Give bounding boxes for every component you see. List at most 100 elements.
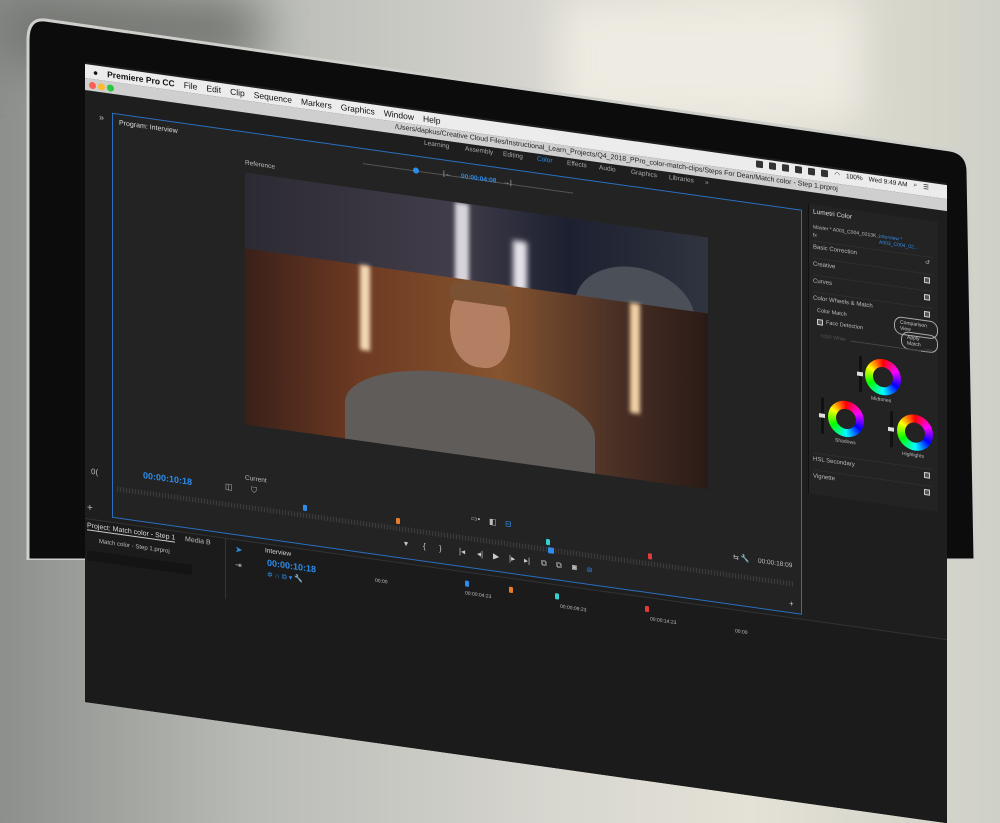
reference-timecode[interactable]: 00:00:04:08 <box>461 173 496 185</box>
shadows-label: Shadows <box>835 437 856 447</box>
face-detection-checkbox[interactable] <box>817 318 823 326</box>
master-clip-selector[interactable]: Master * A003_C004_0213K... <box>813 224 881 239</box>
shield-icon[interactable] <box>769 161 777 170</box>
shield-icon[interactable]: ⛉ <box>251 485 257 496</box>
current-label: Current <box>245 474 267 485</box>
face-detection-label: Face Detection <box>826 320 863 332</box>
enable-checkbox[interactable] <box>924 471 930 479</box>
go-to-in-icon[interactable]: |← <box>443 170 452 178</box>
app-icon[interactable] <box>808 167 816 176</box>
hdr-white-value: 100 <box>924 347 933 356</box>
menu-edit[interactable]: Edit <box>206 83 221 95</box>
go-to-in-icon[interactable]: |◂ <box>459 547 465 557</box>
timeline-tools-icons[interactable]: ✲ ∩ ⧉ ▾ 🔧 <box>267 571 303 585</box>
mark-in-icon[interactable]: { <box>423 542 426 551</box>
timeline-marker-red[interactable] <box>645 605 649 613</box>
program-title[interactable]: Program: Interview <box>119 120 178 135</box>
workspace-color[interactable]: Color <box>537 156 553 165</box>
timeline-marker-cyan[interactable] <box>555 593 559 600</box>
midtones-wheel[interactable] <box>865 356 901 398</box>
section-label: Color Wheels & Match <box>813 295 873 310</box>
add-button-icon[interactable]: + <box>789 599 794 609</box>
apple-icon[interactable]: ● <box>93 67 98 78</box>
marker-blue[interactable] <box>303 504 307 512</box>
workspace-audio[interactable]: Audio <box>599 164 616 173</box>
reference-playhead[interactable] <box>413 167 419 174</box>
step-forward-icon[interactable]: |▸ <box>509 554 515 564</box>
creative-cloud-icon[interactable] <box>756 159 764 168</box>
workspace-graphics[interactable]: Graphics <box>631 169 657 180</box>
side-icon[interactable]: 0( <box>91 467 98 477</box>
battery-status[interactable]: 100% <box>846 172 863 181</box>
overwrite-icon[interactable]: ⧉ <box>556 560 562 571</box>
add-marker-icon[interactable]: ▾ <box>404 539 408 549</box>
tab-media-browser[interactable]: Media B <box>185 536 211 547</box>
highlights-label: Highlights <box>902 450 924 460</box>
enable-checkbox[interactable] <box>924 276 930 284</box>
project-search-input[interactable] <box>87 550 192 576</box>
playhead[interactable] <box>548 547 554 554</box>
enable-checkbox[interactable] <box>924 293 930 301</box>
playhead-timecode[interactable]: 00:00:10:18 <box>143 470 192 487</box>
enable-checkbox[interactable] <box>924 310 930 318</box>
go-to-out-icon[interactable]: →| <box>503 179 512 187</box>
lumetri-color-panel: Lumetri Color Master * A003_C004_0213K..… <box>808 203 938 512</box>
marker-cyan[interactable] <box>546 538 550 546</box>
reference-label: Reference <box>245 159 275 171</box>
ruler-tick: 00:00:14:23 <box>650 616 677 627</box>
comparison-view-icon[interactable]: ⧈ <box>587 565 592 576</box>
shadows-wheel[interactable] <box>828 398 864 440</box>
add-icon[interactable]: + <box>87 502 93 514</box>
workspace-effects[interactable]: Effects <box>567 160 587 170</box>
section-label: HSL Secondary <box>813 456 855 469</box>
zoom-button[interactable] <box>107 84 114 93</box>
selection-tool-icon[interactable]: ➤ <box>235 544 243 556</box>
midtones-slider[interactable] <box>859 355 862 393</box>
workspace-libraries[interactable]: Libraries <box>669 174 694 185</box>
vertical-split-icon[interactable]: ◧ <box>489 517 497 527</box>
marker-orange[interactable] <box>396 517 400 525</box>
tab-timeline-interview[interactable]: Interview <box>265 547 291 558</box>
minimize-button[interactable] <box>98 82 105 91</box>
shadows-slider[interactable] <box>821 397 824 434</box>
timeline-marker-orange[interactable] <box>509 586 513 594</box>
timeline-marker-blue[interactable] <box>465 580 469 587</box>
workspace-editing[interactable]: Editing <box>503 151 523 161</box>
menu-help[interactable]: Help <box>423 113 440 125</box>
fx-label: fx <box>813 232 817 239</box>
step-back-icon[interactable]: ◂| <box>477 549 483 559</box>
export-frame-icon[interactable]: ◙ <box>572 562 577 572</box>
side-by-side-icon[interactable]: ▭▪ <box>471 514 480 523</box>
record-icon[interactable] <box>782 163 790 172</box>
go-to-out-icon[interactable]: ▸| <box>524 556 530 566</box>
midtones-label: Midtones <box>871 395 892 405</box>
close-button[interactable] <box>89 81 96 90</box>
menu-clip[interactable]: Clip <box>230 86 245 98</box>
display-icon[interactable] <box>795 165 803 174</box>
enable-checkbox[interactable] <box>924 488 930 496</box>
menu-list-icon[interactable]: ☰ <box>923 183 929 192</box>
lumetri-title[interactable]: Lumetri Color <box>813 208 852 220</box>
wifi-icon[interactable]: ◠ <box>834 170 840 179</box>
marker-red[interactable] <box>648 553 652 560</box>
track-select-tool-icon[interactable]: ⇥ <box>235 560 242 570</box>
screen: ● Premiere Pro CC File Edit Clip Sequenc… <box>85 62 947 823</box>
section-label: Curves <box>813 278 833 287</box>
collapse-panels-button[interactable]: » <box>99 112 104 123</box>
workspace-assembly[interactable]: Assembly <box>465 145 493 156</box>
settings-icon[interactable]: ⇆ 🔧 <box>733 553 750 563</box>
ruler-tick: 00:00 <box>375 577 388 586</box>
workspace-learning[interactable]: Learning <box>424 140 449 151</box>
search-icon[interactable]: ⌕ <box>914 181 918 190</box>
highlights-slider[interactable] <box>890 411 893 448</box>
highlights-wheel[interactable] <box>897 412 933 454</box>
duration-timecode: 00:00:18:09 <box>758 557 793 570</box>
workspace-overflow[interactable]: » <box>705 179 709 187</box>
horizontal-split-icon[interactable]: ⊟ <box>505 519 512 529</box>
mark-out-icon[interactable]: } <box>439 544 442 553</box>
menu-file[interactable]: File <box>184 80 198 92</box>
comparison-icon[interactable]: ◫ <box>225 482 233 492</box>
section-label: Basic Correction <box>813 244 858 257</box>
time-machine-icon[interactable] <box>821 168 829 177</box>
reset-icon[interactable]: ↺ <box>925 259 930 267</box>
